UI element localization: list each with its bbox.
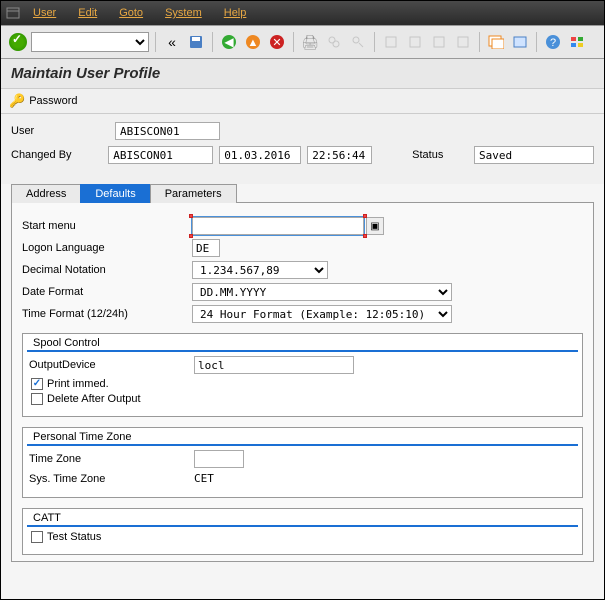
- delete-after-checkbox[interactable]: [31, 393, 43, 405]
- time-zone-label: Time Zone: [29, 453, 194, 465]
- group-personal-time-zone: Personal Time Zone Time Zone Sys. Time Z…: [22, 427, 583, 498]
- time-zone-field[interactable]: [194, 450, 244, 468]
- output-device-label: OutputDevice: [29, 359, 194, 371]
- separator: [155, 32, 156, 52]
- logon-language-label: Logon Language: [22, 242, 192, 254]
- menu-help[interactable]: Help: [214, 7, 257, 19]
- print-immed-checkbox[interactable]: [31, 378, 43, 390]
- separator: [293, 32, 294, 52]
- tab-body-defaults: Start menu ▣ Logon Language Decimal Nota…: [11, 203, 594, 562]
- find-icon: [324, 32, 344, 52]
- decimal-notation-label: Decimal Notation: [22, 264, 192, 276]
- svg-text:◀: ◀: [224, 35, 234, 49]
- changed-time-field: [307, 146, 372, 164]
- sys-time-zone-label: Sys. Time Zone: [29, 473, 194, 485]
- group-catt: CATT Test Status: [22, 508, 583, 555]
- tab-strip: Address Defaults Parameters: [11, 184, 594, 203]
- sub-toolbar: 🔑 Password: [1, 89, 604, 114]
- svg-text:▲: ▲: [248, 37, 259, 49]
- separator: [479, 32, 480, 52]
- user-field: [115, 122, 220, 140]
- changed-by-field: [108, 146, 213, 164]
- sys-time-zone-value: CET: [194, 472, 214, 485]
- svg-text:✕: ✕: [272, 37, 281, 49]
- enter-icon[interactable]: [9, 33, 27, 51]
- first-page-icon: [381, 32, 401, 52]
- group-spool-control: Spool Control OutputDevice Print immed. …: [22, 333, 583, 417]
- changed-date-field: [219, 146, 301, 164]
- page-title-bar: Maintain User Profile: [1, 59, 604, 89]
- page-title: Maintain User Profile: [11, 65, 594, 82]
- shortcut-icon[interactable]: [510, 32, 530, 52]
- back-icon[interactable]: ◀: [219, 32, 239, 52]
- decimal-notation-select[interactable]: 1.234.567,89: [192, 261, 328, 279]
- test-status-checkbox[interactable]: [31, 531, 43, 543]
- separator: [536, 32, 537, 52]
- time-format-select[interactable]: 24 Hour Format (Example: 12:05:10): [192, 305, 452, 323]
- separator: [212, 32, 213, 52]
- status-field: [474, 146, 594, 164]
- time-format-label: Time Format (12/24h): [22, 308, 192, 320]
- tab-address[interactable]: Address: [11, 184, 81, 203]
- window-menu-icon[interactable]: [5, 5, 21, 21]
- start-menu-field[interactable]: [192, 217, 364, 235]
- date-format-label: Date Format: [22, 286, 192, 298]
- exit-icon[interactable]: ▲: [243, 32, 263, 52]
- menu-system[interactable]: System: [155, 7, 212, 19]
- print-icon: 🖨: [300, 32, 320, 52]
- user-label: User: [11, 125, 109, 137]
- group-title-timezone: Personal Time Zone: [27, 428, 578, 446]
- tab-parameters[interactable]: Parameters: [150, 184, 237, 203]
- save-icon[interactable]: [186, 32, 206, 52]
- password-key-icon[interactable]: 🔑: [9, 93, 25, 109]
- print-immed-label: Print immed.: [47, 378, 109, 390]
- f4-help-icon[interactable]: ▣: [366, 217, 384, 235]
- command-field[interactable]: [31, 32, 149, 52]
- group-title-catt: CATT: [27, 509, 578, 527]
- group-title-spool: Spool Control: [27, 334, 578, 352]
- menu-user[interactable]: User: [23, 7, 66, 19]
- last-page-icon: [453, 32, 473, 52]
- chevrons-left-icon[interactable]: «: [162, 32, 182, 52]
- changed-by-label: Changed By: [11, 149, 102, 161]
- menu-edit[interactable]: Edit: [68, 7, 107, 19]
- separator: [374, 32, 375, 52]
- logon-language-field[interactable]: [192, 239, 220, 257]
- output-device-field[interactable]: [194, 356, 354, 374]
- app-toolbar: « ◀ ▲ ✕ 🖨 ?: [1, 25, 604, 59]
- find-next-icon: [348, 32, 368, 52]
- password-button-label[interactable]: Password: [29, 95, 77, 107]
- menubar: User Edit Goto System Help: [1, 1, 604, 25]
- header-fields: User Changed By Status: [1, 114, 604, 184]
- test-status-label: Test Status: [47, 531, 101, 543]
- prev-page-icon: [405, 32, 425, 52]
- cancel-icon[interactable]: ✕: [267, 32, 287, 52]
- next-page-icon: [429, 32, 449, 52]
- tab-defaults[interactable]: Defaults: [80, 184, 150, 203]
- delete-after-label: Delete After Output: [47, 393, 141, 405]
- svg-text:?: ?: [550, 37, 556, 49]
- layout-menu-icon[interactable]: [567, 32, 587, 52]
- date-format-select[interactable]: DD.MM.YYYY: [192, 283, 452, 301]
- help-icon[interactable]: ?: [543, 32, 563, 52]
- menu-goto[interactable]: Goto: [109, 7, 153, 19]
- new-session-icon[interactable]: [486, 32, 506, 52]
- start-menu-label: Start menu: [22, 220, 192, 232]
- status-label: Status: [412, 149, 468, 161]
